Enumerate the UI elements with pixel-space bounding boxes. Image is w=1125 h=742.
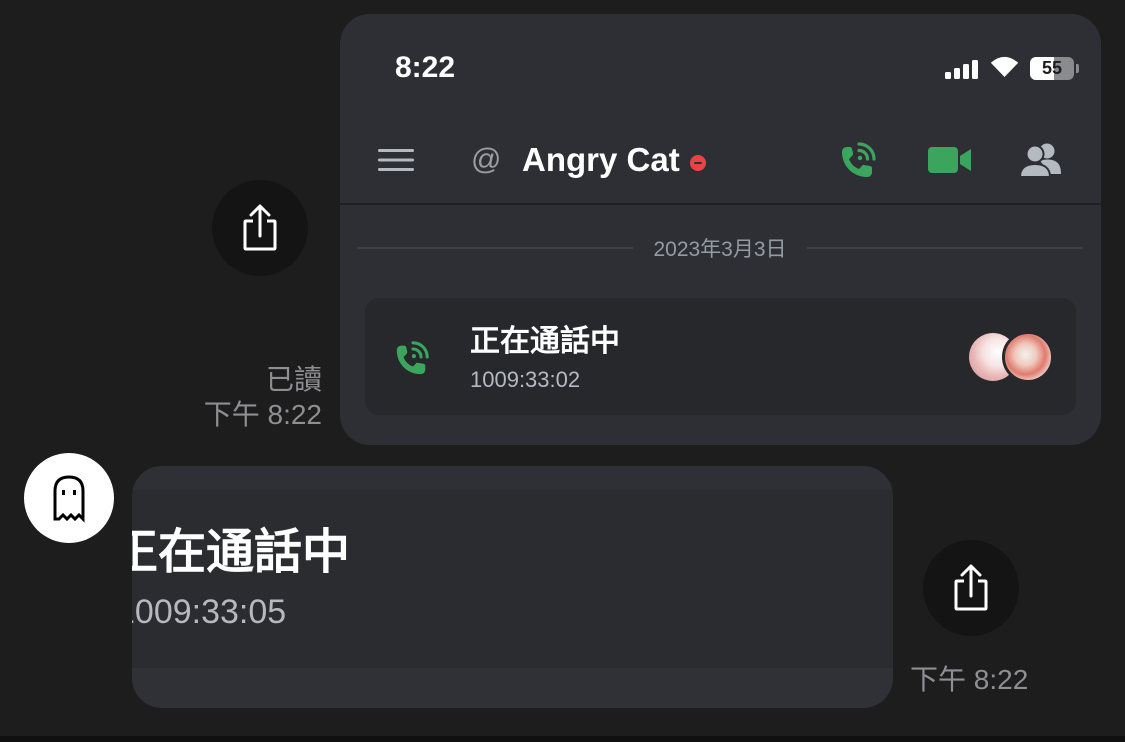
dnd-status-icon: [689, 155, 706, 171]
divider-line: [358, 247, 634, 249]
members-icon: [1018, 143, 1061, 178]
share-button[interactable]: [923, 540, 1019, 636]
at-symbol: @: [471, 143, 502, 176]
phone-call-icon: [396, 341, 429, 375]
signal-icon: [945, 60, 978, 79]
divider-line: [806, 247, 1083, 249]
outgoing-screenshot-image[interactable]: 8:22 55 @ Angry Cat 2023年3月3日 正在通話中 1009…: [340, 14, 1101, 445]
phone-call-icon: [842, 142, 876, 177]
channel-title-row: Angry Cat: [522, 140, 706, 180]
video-camera-icon: [928, 147, 971, 173]
menu-icon: [378, 149, 414, 171]
ghost-icon: [53, 475, 85, 523]
status-bar-time: 8:22: [395, 51, 456, 84]
header-divider: [340, 203, 1101, 205]
battery-level: 55: [1041, 58, 1063, 78]
battery-icon: 55: [1030, 57, 1074, 80]
wifi-icon: [990, 56, 1019, 77]
call-duration: 1009:33:02: [470, 367, 581, 392]
share-button[interactable]: [212, 180, 308, 276]
read-status: 已讀: [265, 364, 322, 395]
sender-avatar[interactable]: [24, 453, 114, 543]
call-status-title: 正在通話中: [470, 325, 620, 358]
participant-avatar: [1002, 331, 1054, 383]
bottom-edge: [0, 736, 1125, 742]
channel-title: Angry Cat: [522, 141, 680, 178]
date-divider-label: 2023年3月3日: [653, 238, 787, 261]
incoming-screenshot-image[interactable]: 正在通話中 1009:33:05: [132, 466, 893, 708]
share-icon: [954, 564, 988, 611]
call-status-title: 正在通話中: [132, 526, 351, 579]
date-divider: 2023年3月3日: [358, 236, 1083, 261]
call-duration: 1009:33:05: [132, 593, 287, 631]
call-card: 正在通話中 1009:33:02: [365, 298, 1076, 415]
share-icon: [243, 204, 277, 251]
message-time: 下午 8:22: [203, 399, 322, 430]
battery-nub: [1076, 64, 1079, 73]
message-time: 下午 8:22: [910, 664, 1029, 695]
